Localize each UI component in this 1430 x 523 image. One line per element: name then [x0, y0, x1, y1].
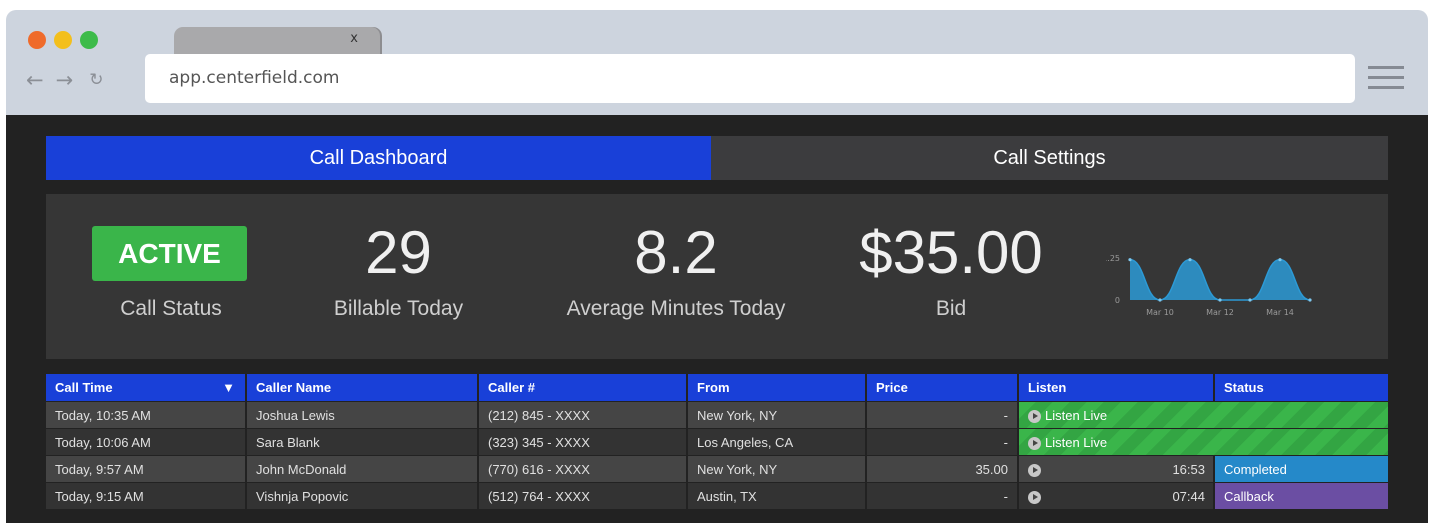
minimize-window-button[interactable]: [54, 31, 72, 49]
caller-number-cell: (212) 845 - XXXX: [479, 402, 688, 429]
forward-arrow-icon[interactable]: →: [56, 68, 74, 92]
tab-call-settings[interactable]: Call Settings: [711, 136, 1388, 180]
reload-icon[interactable]: ↻: [89, 70, 103, 90]
caller-name-cell: Sara Blank: [247, 429, 479, 456]
listen-live-label: Listen Live: [1045, 435, 1108, 450]
call-status-stat: ACTIVE Call Status: [46, 194, 296, 359]
sparkline-point: [1188, 258, 1192, 262]
avg-minutes-stat: 8.2 Average Minutes Today: [541, 194, 811, 359]
sort-down-icon[interactable]: ▼: [222, 374, 235, 401]
col-status[interactable]: Status: [1215, 374, 1388, 402]
y-tick-label: 1.25: [1106, 254, 1120, 263]
from-cell: New York, NY: [688, 402, 867, 429]
col-caller-number[interactable]: Caller #: [479, 374, 688, 402]
avg-minutes-value: 8.2: [634, 219, 718, 286]
col-from[interactable]: From: [688, 374, 867, 402]
call-status-label: Call Status: [120, 297, 222, 320]
call-time-cell: Today, 9:57 AM: [46, 456, 247, 483]
browser-tab[interactable]: x: [174, 27, 380, 55]
billable-stat: 29 Billable Today: [296, 194, 501, 359]
app-tabs: Call Dashboard Call Settings: [46, 136, 1388, 180]
billable-value: 29: [365, 219, 432, 286]
calls-sparkline-chart: 1.25 0 Mar 10 Mar 12 Mar 14: [1106, 254, 1312, 317]
play-icon[interactable]: [1028, 437, 1041, 451]
billable-label: Billable Today: [333, 297, 464, 320]
browser-nav: ← → ↻: [26, 68, 103, 92]
close-window-button[interactable]: [28, 31, 46, 49]
price-cell: -: [867, 429, 1019, 456]
address-bar[interactable]: app.centerfield.com: [145, 54, 1355, 103]
caller-name-cell: Joshua Lewis: [247, 402, 479, 429]
from-cell: New York, NY: [688, 456, 867, 483]
listen-live-button[interactable]: Listen Live: [1019, 402, 1388, 429]
maximize-window-button[interactable]: [80, 31, 98, 49]
status-badge: Completed: [1215, 456, 1388, 483]
caller-name-cell: John McDonald: [247, 456, 479, 483]
calls-table: Call Time ▼ Caller Name Caller # From Pri…: [46, 374, 1388, 510]
play-icon[interactable]: [1028, 410, 1041, 424]
caller-name-cell: Vishnja Popovic: [247, 483, 479, 510]
sparkline-area: [1130, 259, 1310, 300]
sparkline-point: [1248, 298, 1252, 302]
col-call-time[interactable]: Call Time ▼: [46, 374, 247, 402]
call-time-cell: Today, 10:06 AM: [46, 429, 247, 456]
from-cell: Los Angeles, CA: [688, 429, 867, 456]
status-badge: Callback: [1215, 483, 1388, 510]
app-content: Call Dashboard Call Settings ACTIVE Call…: [6, 115, 1428, 523]
listen-live-label: Listen Live: [1045, 408, 1108, 423]
table-row[interactable]: Today, 10:06 AM Sara Blank (323) 345 - X…: [46, 429, 1388, 456]
bid-stat: $35.00 Bid: [846, 194, 1056, 359]
col-listen[interactable]: Listen: [1019, 374, 1215, 402]
bid-label: Bid: [935, 297, 967, 320]
price-cell: -: [867, 402, 1019, 429]
tab-close-icon[interactable]: x: [350, 31, 358, 46]
x-tick-label: Mar 10: [1146, 308, 1174, 317]
hamburger-menu-icon[interactable]: [1368, 66, 1404, 89]
table-row[interactable]: Today, 9:15 AM Vishnja Popovic (512) 764…: [46, 483, 1388, 510]
call-time-cell: Today, 9:15 AM: [46, 483, 247, 510]
call-time-cell: Today, 10:35 AM: [46, 402, 247, 429]
browser-window: x ← → ↻ app.centerfield.com Call Dashboa…: [6, 10, 1428, 523]
price-cell: -: [867, 483, 1019, 510]
back-arrow-icon[interactable]: ←: [26, 68, 44, 92]
from-cell: Austin, TX: [688, 483, 867, 510]
duration-label: 07:44: [1172, 489, 1205, 504]
col-call-time-label: Call Time: [55, 380, 113, 395]
window-controls: [28, 31, 98, 49]
duration-label: 16:53: [1172, 462, 1205, 477]
price-cell: 35.00: [867, 456, 1019, 483]
listen-live-button[interactable]: Listen Live: [1019, 429, 1388, 456]
play-icon[interactable]: [1028, 464, 1041, 478]
avg-minutes-label: Average Minutes Today: [566, 297, 786, 320]
x-tick-label: Mar 14: [1266, 308, 1294, 317]
caller-number-cell: (770) 616 - XXXX: [479, 456, 688, 483]
table-row[interactable]: Today, 9:57 AM John McDonald (770) 616 -…: [46, 456, 1388, 483]
caller-number-cell: (512) 764 - XXXX: [479, 483, 688, 510]
sparkline-point: [1128, 258, 1132, 262]
sparkline-point: [1308, 298, 1312, 302]
bid-value: $35.00: [859, 219, 1043, 286]
tab-call-dashboard[interactable]: Call Dashboard: [46, 136, 711, 180]
status-badge: ACTIVE: [92, 226, 247, 281]
play-icon[interactable]: [1028, 491, 1041, 505]
caller-number-cell: (323) 345 - XXXX: [479, 429, 688, 456]
table-header-row: Call Time ▼ Caller Name Caller # From Pri…: [46, 374, 1388, 402]
sparkline-point: [1218, 298, 1222, 302]
col-caller-name[interactable]: Caller Name: [247, 374, 479, 402]
table-row[interactable]: Today, 10:35 AM Joshua Lewis (212) 845 -…: [46, 402, 1388, 429]
recording-cell: 16:53: [1019, 456, 1215, 483]
stats-panel: ACTIVE Call Status 29 Billable Today 8.2…: [46, 194, 1388, 359]
sparkline-point: [1278, 258, 1282, 262]
x-tick-label: Mar 12: [1206, 308, 1234, 317]
col-price[interactable]: Price: [867, 374, 1019, 402]
recording-cell: 07:44: [1019, 483, 1215, 510]
y-tick-label: 0: [1115, 296, 1120, 305]
sparkline-point: [1158, 298, 1162, 302]
